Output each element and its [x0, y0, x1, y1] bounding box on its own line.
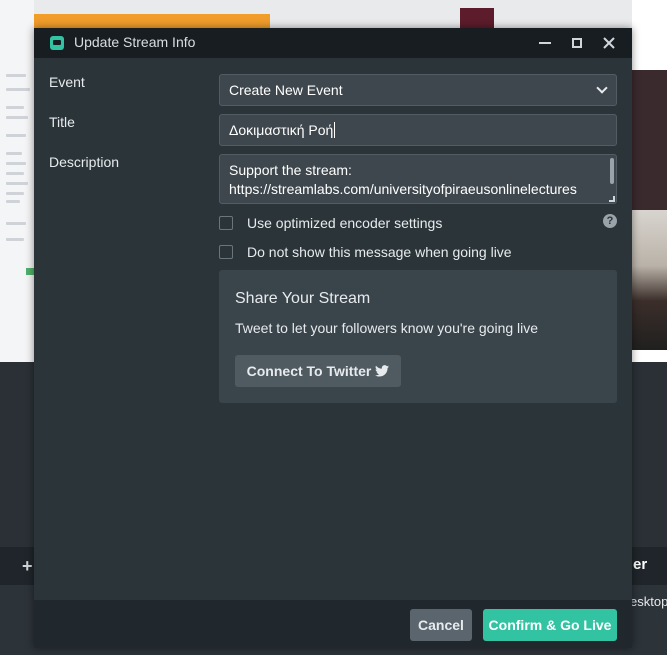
dont-show-row[interactable]: Do not show this message when going live: [219, 244, 512, 260]
dialog-footer: Cancel Confirm & Go Live: [34, 600, 632, 648]
maximize-button[interactable]: [562, 30, 592, 56]
description-scrollbar[interactable]: [610, 158, 614, 184]
title-input-value: Δοκιμαστική Ροή: [229, 122, 334, 138]
share-stream-panel: Share Your Stream Tweet to let your foll…: [219, 270, 617, 403]
maximize-icon: [572, 38, 582, 48]
chevron-down-icon: [596, 82, 608, 94]
connect-twitter-button[interactable]: Connect To Twitter: [235, 355, 401, 387]
description-textarea[interactable]: Support the stream: https://streamlabs.c…: [219, 154, 617, 204]
background-label: er: [633, 556, 648, 573]
title-input[interactable]: Δοκιμαστική Ροή: [219, 114, 617, 146]
resize-grip-icon[interactable]: [609, 196, 615, 202]
optimized-encoder-checkbox[interactable]: [219, 216, 233, 230]
connect-twitter-label: Connect To Twitter: [246, 363, 372, 379]
share-title: Share Your Stream: [235, 290, 371, 307]
event-label: Event: [49, 74, 85, 90]
text-caret: [334, 122, 336, 138]
dont-show-checkbox[interactable]: [219, 245, 233, 259]
close-icon: [603, 37, 615, 49]
background-webcam-image: [632, 210, 667, 350]
update-stream-info-dialog: Update Stream Info Event Create New Even…: [34, 28, 632, 648]
optimized-encoder-row[interactable]: Use optimized encoder settings: [219, 215, 442, 231]
event-select-value: Create New Event: [229, 82, 343, 98]
dont-show-label: Do not show this message when going live: [247, 244, 512, 260]
cancel-button[interactable]: Cancel: [410, 609, 472, 641]
help-icon[interactable]: ?: [603, 214, 617, 228]
minimize-icon: [539, 42, 551, 44]
streamlabs-app-icon: [50, 36, 64, 50]
background-thumbnail: [460, 8, 494, 28]
description-line: Support the stream:: [229, 162, 352, 178]
share-subtitle: Tweet to let your followers know you're …: [235, 320, 539, 336]
description-label: Description: [49, 154, 120, 170]
event-select[interactable]: Create New Event: [219, 74, 617, 106]
background-label-desktop: esktop: [630, 594, 667, 609]
title-bar[interactable]: Update Stream Info: [34, 28, 632, 58]
background-tag: [26, 268, 34, 275]
title-label: Title: [49, 114, 75, 130]
optimized-encoder-label: Use optimized encoder settings: [247, 215, 443, 231]
close-button[interactable]: [594, 30, 624, 56]
confirm-go-live-button[interactable]: Confirm & Go Live: [483, 609, 617, 641]
background-banner: [34, 14, 270, 28]
twitter-icon: [375, 365, 390, 377]
window-title: Update Stream Info: [74, 34, 196, 50]
add-scene-icon: +: [22, 556, 33, 576]
description-line: https://streamlabs.com/universityofpirae…: [229, 181, 577, 197]
background-video-thumb: [632, 70, 667, 210]
minimize-button[interactable]: [530, 30, 560, 56]
